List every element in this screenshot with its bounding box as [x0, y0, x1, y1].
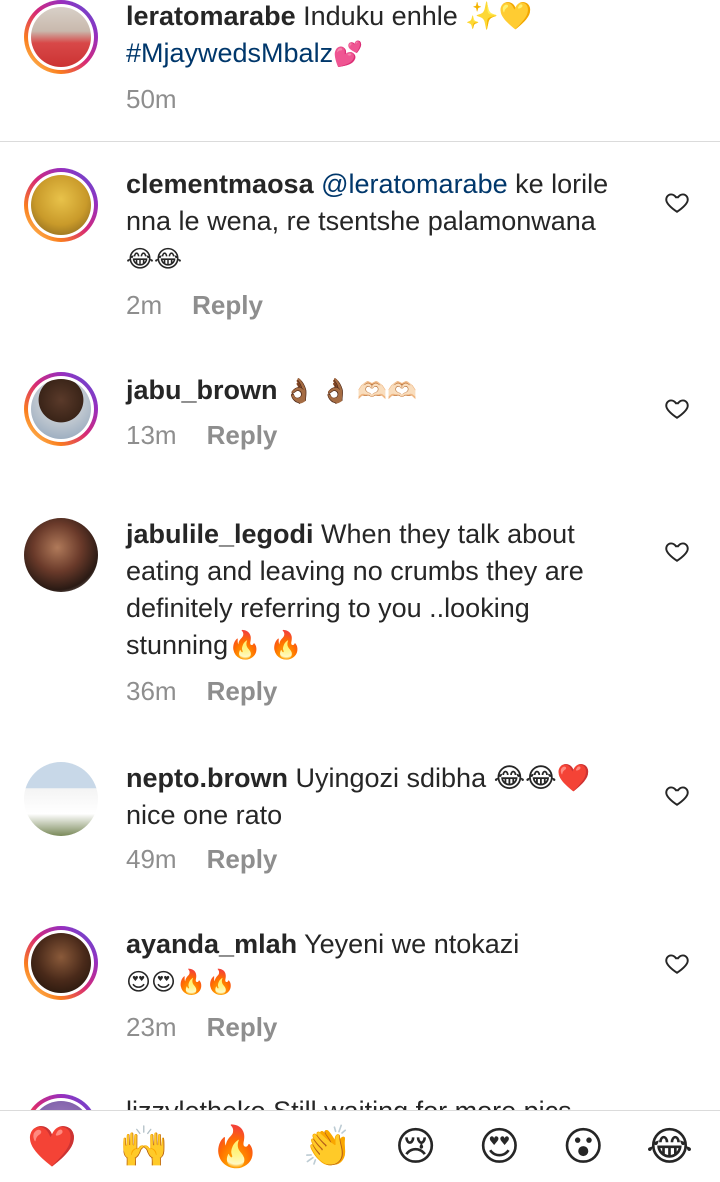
- heart-icon[interactable]: [664, 538, 690, 564]
- comment-emoji: 😍😍🔥🔥: [126, 969, 236, 996]
- reply-button[interactable]: Reply: [207, 420, 278, 451]
- comment-body-line1: When they talk about: [313, 519, 575, 549]
- comment-time: 36m: [126, 676, 177, 706]
- comment-body-line2: eating and leaving no crumbs they are: [126, 556, 584, 586]
- comment-meta: 2m Reply: [126, 290, 263, 321]
- reply-button[interactable]: Reply: [207, 844, 278, 875]
- comment-text: nepto.brown Uyingozi sdibha 😂😂❤️ nice on…: [126, 760, 626, 834]
- comment-username[interactable]: nepto.brown: [126, 763, 288, 793]
- caption-text: leratomarabe Induku enhle ✨💛 #MjaywedsMb…: [126, 0, 626, 73]
- caption-time: 50m: [126, 84, 177, 114]
- avatar[interactable]: [24, 762, 98, 836]
- reply-button[interactable]: Reply: [207, 676, 278, 707]
- post-caption: leratomarabe Induku enhle ✨💛 #MjaywedsMb…: [0, 0, 720, 142]
- comment-username[interactable]: jabu_brown: [126, 375, 278, 405]
- comment-meta: 13m Reply: [126, 420, 277, 451]
- comment-text: ayanda_mlah Yeyeni we ntokazi 😍😍🔥🔥: [126, 926, 626, 1001]
- avatar[interactable]: [24, 518, 98, 592]
- comment-meta: 36m Reply: [126, 676, 277, 707]
- comment-time: 2m: [126, 290, 163, 320]
- reply-button[interactable]: Reply: [192, 290, 263, 321]
- surprised-emoji-button[interactable]: 😮: [562, 1127, 604, 1167]
- fire-emoji-button[interactable]: 🔥: [211, 1127, 261, 1167]
- clapping-emoji-button[interactable]: 👏: [303, 1127, 353, 1167]
- comment-time: 49m: [126, 844, 177, 874]
- comment-body-line1: ke lorile: [507, 169, 609, 199]
- raised-hands-emoji-button[interactable]: 🙌: [119, 1127, 169, 1167]
- heart-eyes-emoji-button[interactable]: 😍: [479, 1127, 521, 1167]
- comment-text: clementmaosa @leratomarabe ke lorile nna…: [126, 166, 626, 278]
- comment-emoji: 👌🏾 👌🏾 🫶🏻🫶🏻: [277, 378, 418, 405]
- heart-icon[interactable]: [664, 950, 690, 976]
- reply-button[interactable]: Reply: [207, 1012, 278, 1043]
- caption-hashtag-emoji: 💕: [333, 41, 363, 68]
- avatar[interactable]: [24, 926, 98, 1000]
- comment-body-line2: nice one rato: [126, 800, 283, 830]
- heart-emoji-button[interactable]: ❤️: [27, 1127, 77, 1167]
- tears-of-joy-emoji-button[interactable]: 😂: [646, 1127, 693, 1167]
- comment-text: jabulile_legodi When they talk about eat…: [126, 516, 626, 664]
- comment-body-line4: stunning🔥 🔥: [126, 630, 303, 660]
- caption-hashtag[interactable]: #MjaywedsMbalz: [126, 38, 333, 68]
- avatar[interactable]: [24, 168, 98, 242]
- comment-body-line1: Uyingozi sdibha 😂😂❤️: [287, 763, 591, 793]
- comment-time: 13m: [126, 420, 177, 450]
- comment-username[interactable]: clementmaosa: [126, 169, 314, 199]
- comment-time: 23m: [126, 1012, 177, 1042]
- caption-username[interactable]: leratomarabe: [126, 1, 296, 31]
- comment-username[interactable]: jabulile_legodi: [126, 519, 314, 549]
- comment-body-line2: nna le wena, re tsentshe palamonwana: [126, 206, 596, 236]
- comment-mention[interactable]: @leratomarabe: [321, 169, 508, 199]
- avatar[interactable]: [24, 0, 98, 74]
- caption-meta: 50m: [126, 84, 177, 115]
- avatar[interactable]: [24, 372, 98, 446]
- heart-icon[interactable]: [664, 189, 690, 215]
- heart-icon[interactable]: [664, 782, 690, 808]
- comment-text: jabu_brown 👌🏾 👌🏾 🫶🏻🫶🏻: [126, 372, 626, 410]
- comment-body-line3: definitely referring to you ..looking: [126, 593, 530, 623]
- crying-emoji-button[interactable]: 😢: [395, 1127, 437, 1167]
- heart-icon[interactable]: [664, 395, 690, 421]
- comment-meta: 23m Reply: [126, 1012, 277, 1043]
- caption-body: Induku enhle ✨💛: [303, 1, 533, 31]
- comment-meta: 49m Reply: [126, 844, 277, 875]
- comment-body-line1: Yeyeni we ntokazi: [297, 929, 520, 959]
- comment-emoji: 😂😂: [126, 246, 183, 273]
- emoji-reaction-bar: ❤️ 🙌 🔥 👏 😢 😍 😮 😂: [0, 1110, 720, 1182]
- comment-username[interactable]: ayanda_mlah: [126, 929, 297, 959]
